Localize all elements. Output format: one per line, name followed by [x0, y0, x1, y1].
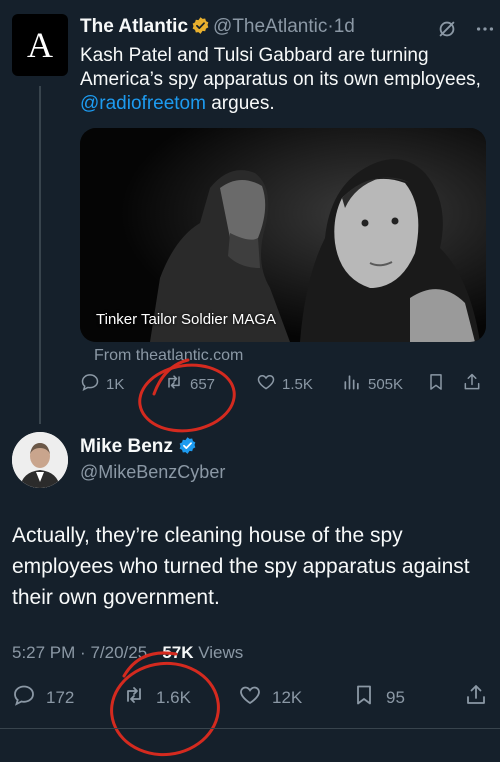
share-button[interactable] — [462, 372, 482, 396]
views-button[interactable]: 505K — [342, 372, 403, 396]
reply-count: 172 — [46, 687, 75, 707]
mention-link[interactable]: @radiofreetom — [80, 93, 206, 114]
like-count: 12K — [272, 687, 303, 707]
share-button[interactable] — [464, 683, 488, 712]
thread-connector-line — [39, 86, 41, 424]
card-photo — [80, 128, 486, 342]
reply-icon — [12, 683, 36, 712]
bookmark-icon — [352, 683, 376, 712]
quoted-tweet-text: Kash Patel and Tulsi Gabbard are turning… — [80, 44, 490, 116]
share-icon — [464, 683, 488, 712]
author-handle[interactable]: @MikeBenzCyber — [80, 462, 225, 483]
like-button[interactable]: 12K — [238, 683, 302, 712]
tweet-text-part: argues. — [205, 93, 275, 114]
like-button[interactable]: 1.5K — [256, 372, 313, 396]
main-author-header: Mike Benz — [80, 436, 197, 461]
bookmark-button[interactable]: 95 — [352, 683, 405, 712]
reply-count: 1K — [106, 375, 125, 393]
reply-button[interactable]: 172 — [12, 683, 74, 712]
link-card-image[interactable]: Tinker Tailor Soldier MAGA — [80, 128, 486, 342]
main-tweet-actions: 172 1.6K 12K 95 — [12, 683, 492, 711]
tweet-time[interactable]: 1d — [334, 16, 355, 37]
grok-icon[interactable] — [436, 18, 458, 45]
avatar-letter: A — [27, 25, 53, 65]
like-count: 1.5K — [282, 375, 313, 393]
author-name[interactable]: Mike Benz — [80, 436, 173, 457]
tweet-time[interactable]: 5:27 PM — [12, 643, 75, 662]
atlantic-avatar[interactable]: A — [12, 14, 68, 76]
author-name[interactable]: The Atlantic — [80, 16, 188, 37]
verified-blue-badge-icon — [178, 436, 197, 461]
share-icon — [462, 372, 482, 396]
bookmark-icon — [426, 372, 446, 396]
annotation-stroke — [152, 358, 190, 396]
divider — [0, 728, 500, 729]
dot-separator: · — [80, 643, 86, 662]
heart-icon — [238, 683, 262, 712]
annotation-stroke — [122, 651, 178, 678]
analytics-icon — [342, 372, 362, 396]
views-label: Views — [198, 643, 244, 662]
bookmark-button[interactable] — [426, 372, 446, 396]
card-caption: Tinker Tailor Soldier MAGA — [96, 311, 277, 328]
verified-gold-badge-icon — [191, 16, 210, 41]
bookmark-count: 95 — [386, 687, 405, 707]
mike-benz-avatar[interactable] — [12, 432, 68, 488]
quoted-tweet-header: The Atlantic @TheAtlantic·1d — [80, 16, 355, 41]
tweet-text-part: Kash Patel and Tulsi Gabbard are turning… — [80, 45, 481, 90]
tweet-top-icons — [436, 18, 496, 45]
reply-button[interactable]: 1K — [80, 372, 124, 396]
heart-icon — [256, 372, 276, 396]
reply-icon — [80, 372, 100, 396]
view-count: 505K — [368, 375, 404, 393]
avatar-photo — [12, 432, 68, 488]
more-options-icon[interactable] — [474, 18, 496, 45]
author-handle[interactable]: @TheAtlantic — [213, 16, 327, 37]
main-tweet-text: Actually, they’re cleaning house of the … — [12, 524, 470, 609]
